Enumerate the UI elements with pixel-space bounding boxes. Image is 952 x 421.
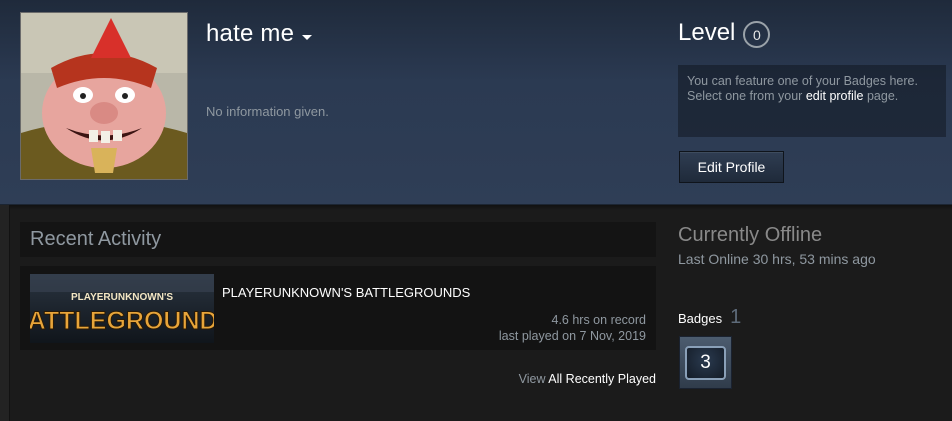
online-status: Currently Offline xyxy=(678,224,823,246)
profile-level: Level 0 xyxy=(678,18,771,48)
edit-profile-button[interactable]: Edit Profile xyxy=(679,151,784,183)
badge-tile[interactable]: 3 xyxy=(679,336,732,389)
featured-badge-placeholder: You can feature one of your Badges here.… xyxy=(678,65,946,137)
last-online: Last Online 30 hrs, 53 mins ago xyxy=(678,251,876,267)
caret-down-icon[interactable] xyxy=(302,34,313,40)
profile-header: hate me No information given. Level 0 Yo… xyxy=(0,0,952,205)
badges-count: 1 xyxy=(730,306,742,328)
recent-activity-header: Recent Activity xyxy=(20,222,656,257)
badges-label: Badges xyxy=(678,311,723,326)
steam-profile-page: hate me No information given. Level 0 Yo… xyxy=(0,0,952,421)
badges-link[interactable]: Badges 1 xyxy=(678,306,741,329)
header-divider xyxy=(0,204,952,210)
capsule-top-text: PLAYERUNKNOWN'S xyxy=(71,292,173,303)
recent-game-row: PLAYERUNKNOWN'S BATTLEGROUNDS PLAYERUNKN… xyxy=(20,266,656,350)
last-played: last played on 7 Nov, 2019 xyxy=(498,329,646,343)
game-name-link[interactable]: PLAYERUNKNOWN'S BATTLEGROUNDS xyxy=(222,285,470,300)
view-all-recently-played: View All Recently Played xyxy=(519,372,656,386)
pubg-capsule: PLAYERUNKNOWN'S BATTLEGROUNDS xyxy=(30,274,214,343)
level-label: Level xyxy=(678,19,736,46)
capsule-bottom-text: BATTLEGROUNDS xyxy=(30,307,214,335)
left-rail xyxy=(0,205,10,421)
hours-on-record: 4.6 hrs on record xyxy=(551,313,647,327)
edit-profile-link[interactable]: edit profile xyxy=(806,89,864,103)
badge-icon: 3 xyxy=(685,345,726,380)
view-prefix: View xyxy=(518,372,549,386)
persona-name: hate me xyxy=(206,20,295,47)
profile-summary: No information given. xyxy=(206,104,329,119)
avatar[interactable] xyxy=(20,12,188,180)
persona-name-row[interactable]: hate me xyxy=(206,20,313,48)
avatar-image xyxy=(21,13,187,179)
featured-badge-text-end: page. xyxy=(863,89,899,103)
level-badge[interactable]: 0 xyxy=(743,21,771,48)
all-recently-played-link[interactable]: All Recently Played xyxy=(548,372,656,386)
game-capsule-image[interactable]: PLAYERUNKNOWN'S BATTLEGROUNDS xyxy=(30,274,214,343)
